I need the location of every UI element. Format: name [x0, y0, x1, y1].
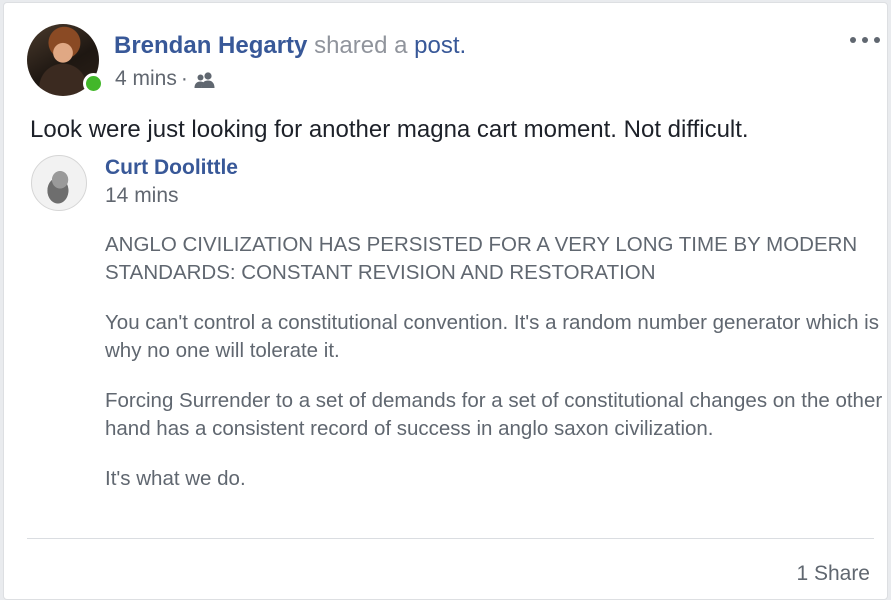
- post-header: Brendan Hegarty shared a post.: [114, 32, 466, 60]
- post-timestamp[interactable]: 4 mins: [115, 66, 177, 92]
- more-options-icon: [850, 37, 856, 43]
- shared-author-avatar[interactable]: [31, 155, 87, 211]
- shared-post-timestamp[interactable]: 14 mins: [105, 183, 179, 209]
- friends-icon[interactable]: [194, 70, 216, 88]
- shared-paragraph: You can't control a constitutional conve…: [105, 311, 879, 362]
- footer-divider: [27, 538, 874, 539]
- more-options-button[interactable]: [849, 29, 881, 51]
- meta-separator: ·: [180, 67, 188, 90]
- online-status-icon: [83, 73, 104, 94]
- shared-author-name-link[interactable]: Curt Doolittle: [105, 155, 238, 181]
- shared-paragraph: It's what we do.: [105, 467, 246, 490]
- author-name-link[interactable]: Brendan Hegarty: [114, 32, 307, 59]
- shared-paragraph: Forcing Surrender to a set of demands fo…: [105, 389, 883, 440]
- share-count-link[interactable]: 1 Share: [796, 561, 870, 587]
- shared-post-body: ANGLO CIVILIZATION HAS PERSISTED FOR A V…: [105, 231, 885, 515]
- shared-paragraph: ANGLO CIVILIZATION HAS PERSISTED FOR A V…: [105, 233, 858, 284]
- post-card: Brendan Hegarty shared a post. 4 mins · …: [3, 2, 888, 600]
- shared-post-link[interactable]: post.: [414, 32, 466, 59]
- action-text: shared a: [314, 32, 408, 59]
- post-meta: 4 mins ·: [115, 66, 216, 92]
- post-text: Look were just looking for another magna…: [30, 116, 749, 143]
